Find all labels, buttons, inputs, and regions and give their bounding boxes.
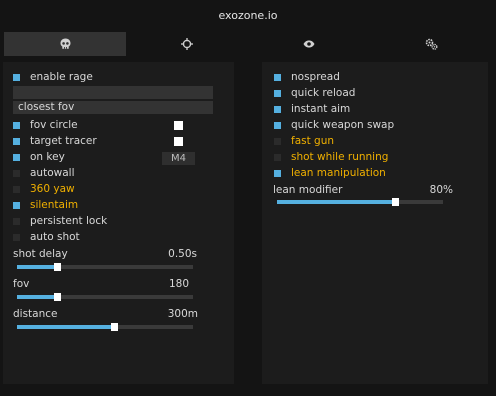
quick-weapon-swap-label: quick weapon swap (291, 119, 395, 131)
shot-delay-fill (17, 265, 58, 269)
eye-icon (303, 40, 315, 48)
target-selection-dropdown[interactable]: closest fov (13, 101, 213, 114)
lean-modifier-slider[interactable] (277, 198, 443, 206)
fov-value: 180 (168, 278, 189, 290)
quick-weapon-swap-toggle[interactable]: quick weapon swap (274, 118, 394, 132)
fov-label: fov (13, 278, 30, 290)
nospread-label: nospread (291, 71, 340, 83)
lean-manipulation-label: lean manipulation (291, 167, 386, 179)
persistent-lock-toggle[interactable]: persistent lock (13, 214, 107, 228)
crosshair-icon (181, 38, 193, 50)
fast-gun-toggle[interactable]: fast gun (274, 134, 334, 148)
enable-rage-checkbox[interactable] (13, 73, 20, 81)
auto-shot-checkbox[interactable] (13, 233, 20, 241)
distance-slider[interactable] (17, 323, 193, 331)
lean-modifier-fill (277, 200, 395, 204)
auto-shot-toggle[interactable]: auto shot (13, 230, 80, 244)
fov-fill (17, 295, 58, 299)
360-yaw-label: 360 yaw (30, 183, 75, 195)
mode-dropdown[interactable] (13, 86, 213, 99)
shot-delay-value: 0.50s (168, 248, 197, 260)
on-key-toggle[interactable]: on key (13, 150, 65, 164)
shot-delay-slider[interactable] (17, 263, 193, 271)
lean-manipulation-toggle[interactable]: lean manipulation (274, 166, 386, 180)
shot-while-running-label: shot while running (291, 151, 389, 163)
enable-rage-toggle[interactable]: enable rage (13, 70, 93, 84)
nospread-toggle[interactable]: nospread (274, 70, 340, 84)
instant-aim-checkbox[interactable] (274, 105, 281, 113)
instant-aim-toggle[interactable]: instant aim (274, 102, 350, 116)
misc-panel: nospread quick reload instant aim quick … (262, 62, 488, 384)
distance-value: 300m (167, 308, 198, 320)
fov-circle-color-swatch[interactable] (174, 121, 183, 130)
distance-label: distance (13, 308, 58, 320)
tab-crosshair[interactable] (126, 32, 248, 56)
autowall-toggle[interactable]: autowall (13, 166, 75, 180)
shot-delay-handle[interactable] (54, 263, 62, 271)
instant-aim-label: instant aim (291, 103, 351, 115)
target-tracer-checkbox[interactable] (13, 137, 20, 145)
keybind-button[interactable]: M4 (162, 152, 195, 165)
distance-fill (17, 325, 114, 329)
quick-weapon-swap-checkbox[interactable] (274, 121, 281, 129)
distance-handle[interactable] (110, 323, 118, 331)
target-tracer-toggle[interactable]: target tracer (13, 134, 97, 148)
skull-icon (60, 38, 71, 50)
window-title: exozone.io (218, 9, 278, 22)
persistent-lock-label: persistent lock (30, 215, 108, 227)
aimbot-panel: enable rage closest fov fov circle targe… (3, 62, 234, 384)
persistent-lock-checkbox[interactable] (13, 217, 20, 225)
360-yaw-toggle[interactable]: 360 yaw (13, 182, 75, 196)
fov-circle-label: fov circle (30, 119, 78, 131)
shot-while-running-toggle[interactable]: shot while running (274, 150, 388, 164)
fast-gun-checkbox[interactable] (274, 137, 281, 145)
target-tracer-color-swatch[interactable] (174, 137, 183, 146)
gears-icon (425, 38, 438, 50)
shot-while-running-checkbox[interactable] (274, 153, 281, 161)
fov-circle-checkbox[interactable] (13, 121, 20, 129)
quick-reload-label: quick reload (291, 87, 356, 99)
autowall-label: autowall (30, 167, 75, 179)
tab-skull[interactable] (4, 32, 126, 56)
quick-reload-toggle[interactable]: quick reload (274, 86, 355, 100)
silentaim-toggle[interactable]: silentaim (13, 198, 78, 212)
fov-slider[interactable] (17, 293, 193, 301)
tab-settings[interactable] (370, 32, 492, 56)
on-key-checkbox[interactable] (13, 153, 20, 161)
lean-modifier-handle[interactable] (391, 198, 399, 206)
on-key-label: on key (30, 151, 65, 163)
nospread-checkbox[interactable] (274, 73, 281, 81)
fov-handle[interactable] (54, 293, 62, 301)
lean-manipulation-checkbox[interactable] (274, 169, 281, 177)
lean-modifier-value: 80% (429, 184, 453, 196)
autowall-checkbox[interactable] (13, 169, 20, 177)
enable-rage-label: enable rage (30, 71, 93, 83)
shot-delay-label: shot delay (13, 248, 68, 260)
silentaim-checkbox[interactable] (13, 201, 20, 209)
silentaim-label: silentaim (30, 199, 79, 211)
tab-eye[interactable] (248, 32, 370, 56)
360-yaw-checkbox[interactable] (13, 185, 20, 193)
target-tracer-label: target tracer (30, 135, 97, 147)
quick-reload-checkbox[interactable] (274, 89, 281, 97)
fov-circle-toggle[interactable]: fov circle (13, 118, 78, 132)
auto-shot-label: auto shot (30, 231, 80, 243)
fast-gun-label: fast gun (291, 135, 335, 147)
lean-modifier-label: lean modifier (273, 184, 343, 196)
tab-bar (4, 32, 492, 56)
